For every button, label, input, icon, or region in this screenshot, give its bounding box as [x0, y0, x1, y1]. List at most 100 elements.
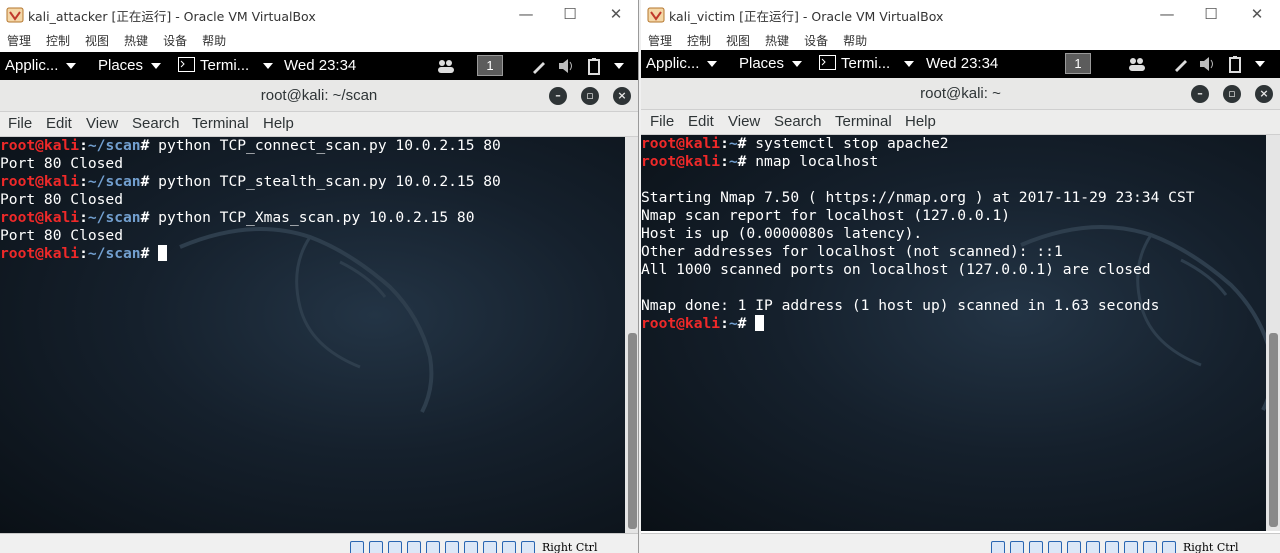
vbox-menu-control[interactable]: 控制 [46, 30, 70, 52]
prompt-user: root@kali [641, 135, 721, 152]
vbox-window-attacker: kali_attacker [正在运行] - Oracle VM Virtual… [0, 0, 639, 553]
vbox-menu-hotkeys[interactable]: 热键 [765, 30, 789, 52]
minimize-button[interactable]: — [1155, 4, 1179, 24]
terminal-menu-help[interactable]: Help [905, 113, 936, 130]
scrollbar-thumb[interactable] [1269, 333, 1278, 527]
pen-icon[interactable] [1173, 56, 1189, 72]
applications-menu[interactable]: Applic... [5, 57, 77, 74]
terminal-menu-edit[interactable]: Edit [46, 115, 72, 132]
keyboard-arrow-icon[interactable] [1162, 540, 1176, 553]
output-line: Port 80 Closed [0, 155, 124, 172]
maximize-button[interactable]: ☐ [558, 4, 582, 24]
usb-icon[interactable] [1067, 540, 1081, 553]
vbox-menu-view[interactable]: 视图 [85, 30, 109, 52]
volume-icon[interactable] [1199, 56, 1217, 72]
prompt-path: ~/scan [87, 173, 141, 190]
network-icon[interactable] [1048, 540, 1062, 553]
cpu-icon[interactable] [502, 540, 516, 553]
minimize-button[interactable]: — [514, 4, 538, 24]
close-button[interactable]: ✕ [1245, 4, 1269, 24]
harddisk-icon[interactable] [350, 540, 364, 553]
workspace-indicator[interactable]: 1 [477, 55, 503, 76]
prompt-path: ~/scan [87, 209, 141, 226]
terminal-maximize-button[interactable]: ▫ [581, 87, 599, 105]
shared-folders-icon[interactable] [1086, 540, 1100, 553]
display-icon[interactable] [1105, 540, 1119, 553]
vbox-titlebar: kali_attacker [正在运行] - Oracle VM Virtual… [0, 0, 638, 30]
terminal-menu-view[interactable]: View [86, 115, 118, 132]
video-capture-icon[interactable] [1124, 540, 1138, 553]
chevron-down-icon [151, 63, 162, 70]
optical-drive-icon[interactable] [1010, 540, 1024, 553]
people-icon[interactable] [1127, 56, 1147, 72]
applications-menu[interactable]: Applic... [646, 55, 718, 72]
vbox-menu-devices[interactable]: 设备 [163, 30, 187, 52]
optical-drive-icon[interactable] [369, 540, 383, 553]
prompt-line: root@kali:~# systemctl stop apache2 [641, 135, 949, 153]
vbox-menu-manage[interactable]: 管理 [7, 30, 31, 52]
chevron-down-icon [263, 63, 274, 70]
maximize-button[interactable]: ☐ [1199, 4, 1223, 24]
cpu-icon[interactable] [1143, 540, 1157, 553]
terminal-scrollbar[interactable] [1266, 135, 1280, 531]
battery-icon[interactable] [1228, 55, 1244, 73]
terminal-menu-terminal[interactable]: Terminal [192, 115, 249, 132]
pen-icon[interactable] [531, 58, 547, 74]
display-icon[interactable] [464, 540, 478, 553]
scrollbar-thumb[interactable] [628, 333, 637, 529]
terminal-output[interactable]: root@kali:~# systemctl stop apache2 root@… [641, 135, 1266, 531]
places-menu[interactable]: Places [739, 55, 803, 72]
terminal-minimize-button[interactable]: – [1191, 85, 1209, 103]
terminal-menu-help[interactable]: Help [263, 115, 294, 132]
vbox-menu-help[interactable]: 帮助 [843, 30, 867, 52]
audio-icon[interactable] [1029, 540, 1043, 553]
text-cursor [158, 245, 168, 261]
network-icon[interactable] [407, 540, 421, 553]
vbox-menu-view[interactable]: 视图 [726, 30, 750, 52]
terminal-minimize-button[interactable]: – [549, 87, 567, 105]
terminal-scrollbar[interactable] [625, 137, 638, 533]
prompt-separator: : [79, 137, 88, 154]
terminal-close-button[interactable]: × [1255, 85, 1273, 103]
places-menu[interactable]: Places [98, 57, 162, 74]
people-icon[interactable] [436, 58, 456, 74]
audio-icon[interactable] [388, 540, 402, 553]
vbox-menu-hotkeys[interactable]: 热键 [124, 30, 148, 52]
prompt-user: root@kali [0, 245, 80, 262]
command-text: python TCP_stealth_scan.py 10.0.2.15 80 [149, 173, 501, 190]
terminal-menu-file[interactable]: File [650, 113, 674, 130]
terminal-app-menu[interactable]: Termi... [819, 55, 915, 72]
terminal-menu-search[interactable]: Search [132, 115, 180, 132]
system-menu-chevron-icon[interactable] [1255, 61, 1265, 67]
terminal-output[interactable]: root@kali:~/scan# python TCP_connect_sca… [0, 137, 625, 533]
prompt-line: root@kali:~/scan# python TCP_connect_sca… [0, 137, 501, 155]
terminal-menu-edit[interactable]: Edit [688, 113, 714, 130]
video-capture-icon[interactable] [483, 540, 497, 553]
vbox-menu-control[interactable]: 控制 [687, 30, 711, 52]
terminal-menu-search[interactable]: Search [774, 113, 822, 130]
shared-folders-icon[interactable] [445, 540, 459, 553]
terminal-menu-terminal[interactable]: Terminal [835, 113, 892, 130]
terminal-title: root@kali: ~/scan [260, 87, 378, 104]
terminal-menu-file[interactable]: File [8, 115, 32, 132]
vbox-menubar: 管理 控制 视图 热键 设备 帮助 [0, 30, 638, 52]
terminal-menu-view[interactable]: View [728, 113, 760, 130]
vbox-menu-help[interactable]: 帮助 [202, 30, 226, 52]
vbox-menu-manage[interactable]: 管理 [648, 30, 672, 52]
usb-icon[interactable] [426, 540, 440, 553]
vbox-statusbar: Right Ctrl [641, 533, 1280, 553]
keyboard-arrow-icon[interactable] [521, 540, 535, 553]
system-menu-chevron-icon[interactable] [614, 63, 624, 69]
clock[interactable]: Wed 23:34 [284, 57, 356, 74]
workspace-indicator[interactable]: 1 [1065, 53, 1091, 74]
close-button[interactable]: ✕ [604, 4, 628, 24]
volume-icon[interactable] [558, 58, 576, 74]
terminal-close-button[interactable]: × [613, 87, 631, 105]
battery-icon[interactable] [587, 57, 603, 75]
prompt-separator: : [720, 135, 729, 152]
terminal-app-menu[interactable]: Termi... [178, 57, 274, 74]
vbox-menu-devices[interactable]: 设备 [804, 30, 828, 52]
harddisk-icon[interactable] [991, 540, 1005, 553]
terminal-maximize-button[interactable]: ▫ [1223, 85, 1241, 103]
clock[interactable]: Wed 23:34 [926, 55, 998, 72]
